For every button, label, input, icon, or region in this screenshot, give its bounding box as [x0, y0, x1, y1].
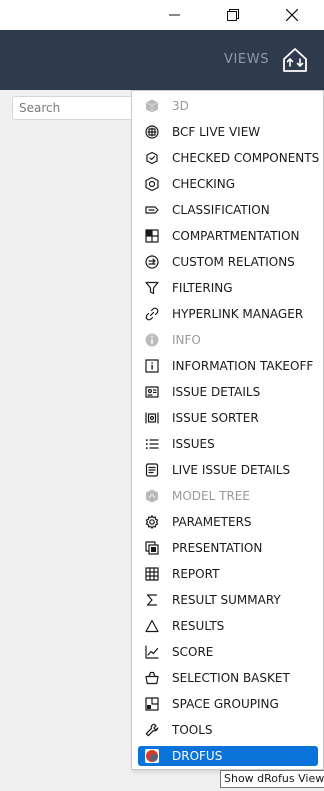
menu-item-space-grouping[interactable]: SPACE GROUPING — [138, 694, 318, 714]
menu-item-label: PARAMETERS — [172, 515, 252, 529]
menu-item-label: RESULTS — [172, 619, 225, 633]
menu-item-info: INFO — [138, 330, 318, 350]
menu-item-checked-components[interactable]: CHECKED COMPONENTS — [138, 148, 320, 168]
menu-item-label: RESULT SUMMARY — [172, 593, 281, 607]
menu-item-label: ISSUE DETAILS — [172, 385, 261, 399]
space-grouping-icon — [144, 696, 160, 712]
presentation-icon — [144, 540, 160, 556]
filter-icon — [144, 280, 160, 296]
menu-item-label: INFO — [172, 333, 201, 347]
views-dropdown-menu: 3D BCF LIVE VIEW CHECKED COMPONENTS CHECKIN… — [131, 90, 324, 770]
menu-item-filtering[interactable]: FILTERING — [138, 278, 318, 298]
menu-item-label: CLASSIFICATION — [172, 203, 270, 217]
menu-item-label: TOOLS — [172, 723, 213, 737]
menu-item-label: PRESENTATION — [172, 541, 263, 555]
menu-item-label: SCORE — [172, 645, 214, 659]
bcf-live-icon — [144, 124, 160, 140]
menu-item-selection-basket[interactable]: SELECTION BASKET — [138, 668, 318, 688]
menu-item-label: INFORMATION TAKEOFF — [172, 359, 314, 373]
menu-item-label: BCF LIVE VIEW — [172, 125, 261, 139]
menu-item-drofus[interactable]: DROFUS — [138, 746, 318, 766]
menu-item-parameters[interactable]: PARAMETERS — [138, 512, 318, 532]
menu-item-label: ISSUES — [172, 437, 215, 451]
menu-item-label: CHECKING — [172, 177, 236, 191]
custom-relations-icon — [144, 254, 160, 270]
minimize-icon — [169, 14, 180, 16]
menu-item-label: SPACE GROUPING — [172, 697, 279, 711]
trend-chart-icon — [144, 644, 160, 660]
menu-item-label: MODEL TREE — [172, 489, 250, 503]
menu-item-label: COMPARTMENTATION — [172, 229, 300, 243]
tooltip: Show dRofus View — [220, 770, 324, 788]
menu-item-information-takeoff[interactable]: INFORMATION TAKEOFF — [138, 356, 318, 376]
menu-item-presentation[interactable]: PRESENTATION — [138, 538, 318, 558]
search-input[interactable] — [12, 96, 134, 120]
views-label[interactable]: VIEWS — [224, 52, 269, 67]
info-circle-icon — [144, 332, 160, 348]
menu-item-tools[interactable]: TOOLS — [138, 720, 318, 740]
menu-item-issue-details[interactable]: ISSUE DETAILS — [138, 382, 318, 402]
menu-item-label: CUSTOM RELATIONS — [172, 255, 295, 269]
window-title-bar — [0, 0, 324, 30]
checked-components-icon — [144, 150, 160, 166]
menu-item-label: SELECTION BASKET — [172, 671, 290, 685]
basket-icon — [144, 670, 160, 686]
restore-icon — [227, 9, 239, 21]
link-icon — [144, 306, 160, 322]
menu-item-label: 3D — [172, 99, 189, 113]
menu-item-result-summary[interactable]: RESULT SUMMARY — [138, 590, 318, 610]
menu-item-score[interactable]: SCORE — [138, 642, 318, 662]
drofus-icon — [144, 748, 160, 764]
cube-icon — [144, 98, 160, 114]
triangle-icon — [144, 618, 160, 634]
sigma-icon — [144, 592, 160, 608]
information-takeoff-icon — [144, 358, 160, 374]
menu-item-compartmentation[interactable]: COMPARTMENTATION — [138, 226, 318, 246]
menu-item-custom-relations[interactable]: CUSTOM RELATIONS — [138, 252, 318, 272]
gear-icon — [144, 514, 160, 530]
app-header: VIEWS — [0, 30, 324, 90]
menu-item-label: CHECKED COMPONENTS — [172, 151, 320, 165]
house-arrows-icon[interactable] — [281, 46, 309, 74]
menu-item-report[interactable]: REPORT — [138, 564, 318, 584]
menu-item-bcf-live-view[interactable]: BCF LIVE VIEW — [138, 122, 318, 142]
classification-icon — [144, 202, 160, 218]
issue-sorter-icon — [144, 410, 160, 426]
menu-item-classification[interactable]: CLASSIFICATION — [138, 200, 318, 220]
menu-item-hyperlink-manager[interactable]: HYPERLINK MANAGER — [138, 304, 318, 324]
minimize-button[interactable] — [152, 0, 198, 30]
menu-item-results[interactable]: RESULTS — [138, 616, 318, 636]
menu-item-label: REPORT — [172, 567, 220, 581]
table-icon — [144, 566, 160, 582]
menu-item-label: LIVE ISSUE DETAILS — [172, 463, 291, 477]
menu-item-model-tree: MODEL TREE — [138, 486, 318, 506]
close-icon — [286, 9, 298, 21]
menu-item-label: HYPERLINK MANAGER — [172, 307, 304, 321]
close-button[interactable] — [269, 0, 315, 30]
menu-item-checking[interactable]: CHECKING — [138, 174, 318, 194]
restore-button[interactable] — [210, 0, 256, 30]
compartmentation-icon — [144, 228, 160, 244]
checking-icon — [144, 176, 160, 192]
issue-details-icon — [144, 384, 160, 400]
menu-item-issues[interactable]: ISSUES — [138, 434, 318, 454]
menu-item-label: ISSUE SORTER — [172, 411, 259, 425]
list-icon — [144, 436, 160, 452]
menu-item-label: DROFUS — [172, 749, 223, 763]
menu-item-label: FILTERING — [172, 281, 233, 295]
model-tree-icon — [144, 488, 160, 504]
menu-item-live-issue-details[interactable]: LIVE ISSUE DETAILS — [138, 460, 318, 480]
menu-item-issue-sorter[interactable]: ISSUE SORTER — [138, 408, 318, 428]
live-issue-details-icon — [144, 462, 160, 478]
wrench-icon — [144, 722, 160, 738]
menu-item-3d: 3D — [138, 96, 318, 116]
